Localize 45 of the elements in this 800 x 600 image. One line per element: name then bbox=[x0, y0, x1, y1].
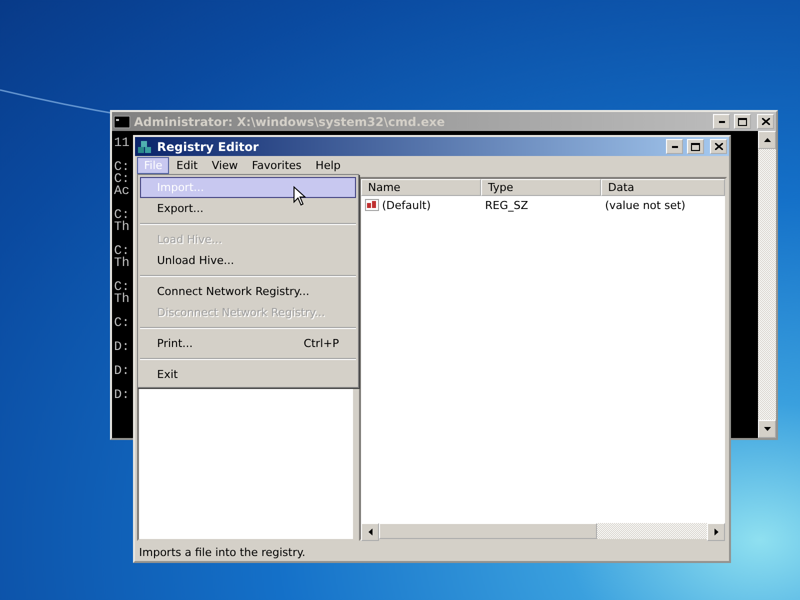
registry-cubes-icon bbox=[137, 138, 153, 154]
minimize-button[interactable] bbox=[713, 114, 730, 129]
maximize-button[interactable] bbox=[734, 114, 751, 129]
mouse-pointer-icon bbox=[293, 186, 307, 206]
minimize-icon bbox=[672, 146, 678, 148]
up-arrow-icon bbox=[764, 138, 770, 142]
right-arrow-icon bbox=[714, 528, 718, 536]
menu-item[interactable]: Print... Ctrl+P bbox=[140, 333, 356, 354]
horizontal-scrollbar[interactable] bbox=[361, 523, 725, 539]
menu-item[interactable]: Exit bbox=[140, 364, 356, 385]
minimize-icon bbox=[718, 120, 724, 122]
menu-bar-item[interactable]: Edit bbox=[169, 156, 205, 174]
column-header[interactable]: Name bbox=[361, 179, 481, 196]
maximize-icon bbox=[691, 142, 700, 150]
minimize-button[interactable] bbox=[666, 139, 683, 154]
maximize-button[interactable] bbox=[687, 139, 704, 154]
scroll-left-button[interactable] bbox=[361, 523, 379, 541]
table-cell-text: (value not set) bbox=[604, 198, 686, 212]
menu-bar-item[interactable]: View bbox=[204, 156, 245, 174]
table-cell: (Default) bbox=[382, 198, 431, 212]
down-arrow-icon bbox=[764, 427, 770, 431]
close-button[interactable] bbox=[757, 114, 774, 129]
scroll-right-button[interactable] bbox=[707, 523, 725, 541]
left-arrow-icon bbox=[368, 528, 372, 536]
string-value-icon bbox=[365, 199, 379, 211]
window-title: Registry Editor bbox=[157, 140, 260, 154]
console-icon bbox=[114, 116, 130, 128]
table-cell-text: REG_SZ bbox=[484, 198, 530, 212]
scroll-up-button[interactable] bbox=[758, 131, 776, 149]
vertical-scrollbar[interactable] bbox=[758, 131, 776, 438]
close-icon bbox=[762, 118, 770, 125]
menu-bar-item[interactable]: Favorites bbox=[244, 156, 309, 174]
status-text: Imports a file into the registry. bbox=[139, 546, 306, 558]
scroll-thumb[interactable] bbox=[379, 523, 598, 539]
menu-item[interactable]: Unload Hive... bbox=[140, 250, 356, 271]
maximize-icon bbox=[738, 118, 747, 126]
menu-item[interactable]: Connect Network Registry... bbox=[140, 281, 356, 302]
close-icon bbox=[714, 143, 722, 150]
menu-bar-item[interactable]: Help bbox=[308, 156, 348, 174]
scroll-down-button[interactable] bbox=[758, 420, 776, 438]
close-button[interactable] bbox=[710, 139, 727, 154]
column-header[interactable]: Type bbox=[481, 179, 601, 196]
menu-item[interactable]: Export... bbox=[140, 198, 356, 219]
window-title: Administrator: X:\windows\system32\cmd.exe bbox=[134, 114, 446, 128]
column-header[interactable]: Data bbox=[601, 179, 725, 196]
